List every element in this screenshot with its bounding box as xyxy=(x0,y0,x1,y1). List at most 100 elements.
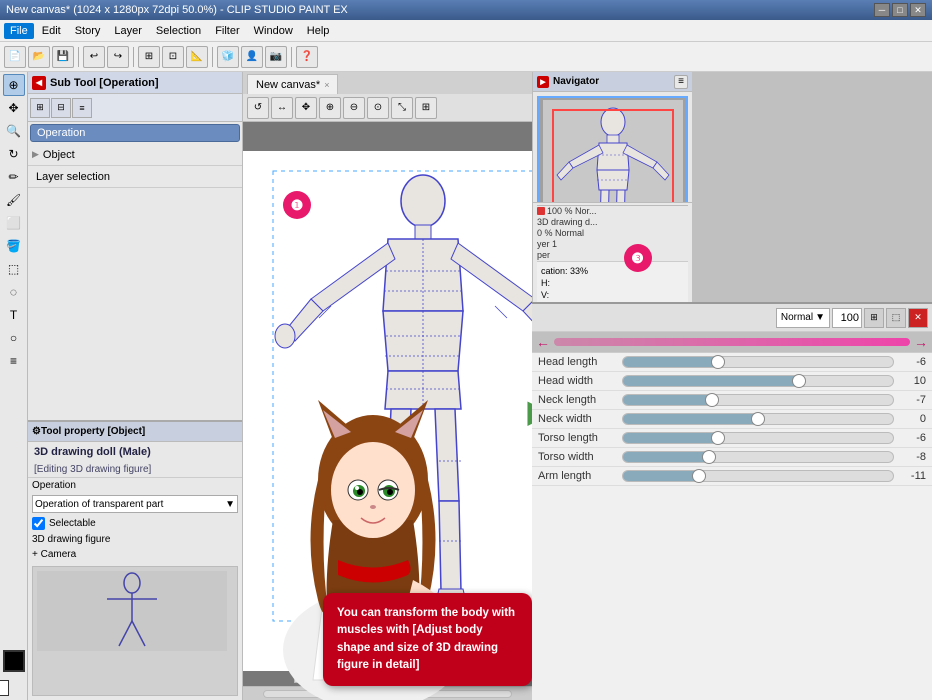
canvas-viewport[interactable]: ❶ ▶ ↩ ↪ ⊕ ⊖ ⊙ ↕ ⤡ ▭ ⬚ ❷ xyxy=(243,122,532,700)
sub-tool-btn-1[interactable]: ⊞ xyxy=(30,98,50,118)
toolbar-camera[interactable]: 📷 xyxy=(265,46,287,68)
object-item[interactable]: ▶ Object xyxy=(28,144,242,166)
layer-selection-item[interactable]: Layer selection xyxy=(28,166,242,188)
tool-move[interactable]: ✥ xyxy=(3,97,25,119)
toolbar-save[interactable]: 💾 xyxy=(52,46,74,68)
operation-dropdown[interactable]: Operation of transparent part ▼ xyxy=(32,495,238,513)
tool-select[interactable]: ⬚ xyxy=(3,258,25,280)
props-btn-2[interactable]: ⬚ xyxy=(886,308,906,328)
step-1-circle: ❶ xyxy=(283,191,311,219)
arm-length-track[interactable] xyxy=(622,470,894,482)
menu-story[interactable]: Story xyxy=(69,23,107,39)
neck-length-thumb[interactable] xyxy=(705,393,719,407)
selectable-row[interactable]: Selectable xyxy=(28,515,242,532)
toolbar-help[interactable]: ❓ xyxy=(296,46,318,68)
props-btn-1[interactable]: ⊞ xyxy=(864,308,884,328)
step-3-circle: ❸ xyxy=(624,244,652,272)
slider-neck-width[interactable]: Neck width 0 xyxy=(532,410,932,429)
ctb-grid[interactable]: ⊞ xyxy=(415,97,437,119)
slider-neck-length[interactable]: Neck length -7 xyxy=(532,391,932,410)
left-panel: ◀ Sub Tool [Operation] ⊞ ⊟ ≡ Operation ▶… xyxy=(28,72,243,700)
operation-dropdown-row[interactable]: Operation of transparent part ▼ xyxy=(28,493,242,515)
toolbar-figure[interactable]: 👤 xyxy=(241,46,263,68)
arm-length-thumb[interactable] xyxy=(692,469,706,483)
panel-icon: ◀ xyxy=(32,76,46,90)
menu-selection[interactable]: Selection xyxy=(150,23,207,39)
ctb-reset[interactable]: ⊙ xyxy=(367,97,389,119)
arrow-left-btn[interactable]: ← xyxy=(536,334,550,350)
tool-eraser[interactable]: ⬜ xyxy=(3,212,25,234)
blend-mode-dropdown[interactable]: Normal ▼ xyxy=(776,308,830,328)
ctb-move[interactable]: ✥ xyxy=(295,97,317,119)
horizontal-scrollbar[interactable] xyxy=(243,686,532,700)
menu-layer[interactable]: Layer xyxy=(108,23,148,39)
neck-width-thumb[interactable] xyxy=(751,412,765,426)
ctb-zoom-out[interactable]: ⊖ xyxy=(343,97,365,119)
main-layout: ⊕ ✥ 🔍 ↻ ✏ 🖌 ⬜ 🪣 ⬚ ◌ T ○ ≡ ◀ Sub Tool [Op… xyxy=(0,72,932,700)
toolbar-3d[interactable]: 🧊 xyxy=(217,46,239,68)
tool-shape[interactable]: ○ xyxy=(3,327,25,349)
toolbar-open[interactable]: 📂 xyxy=(28,46,50,68)
slider-head-width[interactable]: Head width 10 xyxy=(532,372,932,391)
torso-length-track[interactable] xyxy=(622,432,894,444)
menu-file[interactable]: File xyxy=(4,23,34,39)
nav-menu-btn[interactable]: ≡ xyxy=(674,75,688,89)
toolbar-ruler[interactable]: 📐 xyxy=(186,46,208,68)
tool-lasso[interactable]: ◌ xyxy=(3,281,25,303)
layer-row-3: 0 % Normal xyxy=(537,228,688,238)
toolbar-select[interactable]: ⊞ xyxy=(138,46,160,68)
slider-arm-length[interactable]: Arm length -11 xyxy=(532,467,932,486)
tool-fill[interactable]: 🪣 xyxy=(3,235,25,257)
toolbar-new[interactable]: 📄 xyxy=(4,46,26,68)
scrollbar-thumb[interactable] xyxy=(338,691,398,697)
torso-width-track[interactable] xyxy=(622,451,894,463)
props-btn-close[interactable]: ✕ xyxy=(908,308,928,328)
menu-filter[interactable]: Filter xyxy=(209,23,245,39)
head-length-thumb[interactable] xyxy=(711,355,725,369)
neck-width-track[interactable] xyxy=(622,413,894,425)
ctb-zoom-in[interactable]: ⊕ xyxy=(319,97,341,119)
menu-edit[interactable]: Edit xyxy=(36,23,67,39)
tool-brush[interactable]: 🖌 xyxy=(3,189,25,211)
selectable-checkbox[interactable] xyxy=(32,517,45,530)
head-width-thumb[interactable] xyxy=(792,374,806,388)
slider-torso-width[interactable]: Torso width -8 xyxy=(532,448,932,467)
tool-layer[interactable]: ≡ xyxy=(3,350,25,372)
menu-window[interactable]: Window xyxy=(248,23,299,39)
ctb-flip[interactable]: ↔ xyxy=(271,97,293,119)
toolbar-undo[interactable]: ↩ xyxy=(83,46,105,68)
head-width-track[interactable] xyxy=(622,375,894,387)
ctb-rotate[interactable]: ↺ xyxy=(247,97,269,119)
ctb-fit[interactable]: ⤡ xyxy=(391,97,413,119)
neck-width-fill xyxy=(623,414,758,424)
operation-button[interactable]: Operation xyxy=(30,124,240,142)
background-color[interactable] xyxy=(0,680,9,696)
head-length-track[interactable] xyxy=(622,356,894,368)
toolbar-transform[interactable]: ⊡ xyxy=(162,46,184,68)
tool-text[interactable]: T xyxy=(3,304,25,326)
tool-zoom[interactable]: 🔍 xyxy=(3,120,25,142)
maximize-button[interactable]: □ xyxy=(892,3,908,17)
sub-tool-btn-2[interactable]: ⊟ xyxy=(51,98,71,118)
tool-rotate[interactable]: ↻ xyxy=(3,143,25,165)
cbb-undo[interactable]: ↩ xyxy=(294,663,316,683)
torso-length-thumb[interactable] xyxy=(711,431,725,445)
tool-operation[interactable]: ⊕ xyxy=(3,74,25,96)
canvas-tab-close[interactable]: × xyxy=(324,80,329,90)
slider-head-length[interactable]: Head length -6 xyxy=(532,353,932,372)
opacity-value[interactable]: 100 xyxy=(832,308,862,328)
neck-length-track[interactable] xyxy=(622,394,894,406)
titlebar: New canvas* (1024 x 1280px 72dpi 50.0%) … xyxy=(0,0,932,20)
minimize-button[interactable]: ─ xyxy=(874,3,890,17)
arrow-right-btn[interactable]: → xyxy=(914,334,928,350)
sliders-container: Head length -6 Head width 10 xyxy=(532,353,932,700)
slider-torso-length[interactable]: Torso length -6 xyxy=(532,429,932,448)
sub-tool-btn-3[interactable]: ≡ xyxy=(72,98,92,118)
toolbar-redo[interactable]: ↪ xyxy=(107,46,129,68)
foreground-color[interactable] xyxy=(3,650,25,672)
tool-pen[interactable]: ✏ xyxy=(3,166,25,188)
torso-width-thumb[interactable] xyxy=(702,450,716,464)
canvas-tab-main[interactable]: New canvas* × xyxy=(247,74,338,94)
menu-help[interactable]: Help xyxy=(301,23,336,39)
close-button[interactable]: ✕ xyxy=(910,3,926,17)
